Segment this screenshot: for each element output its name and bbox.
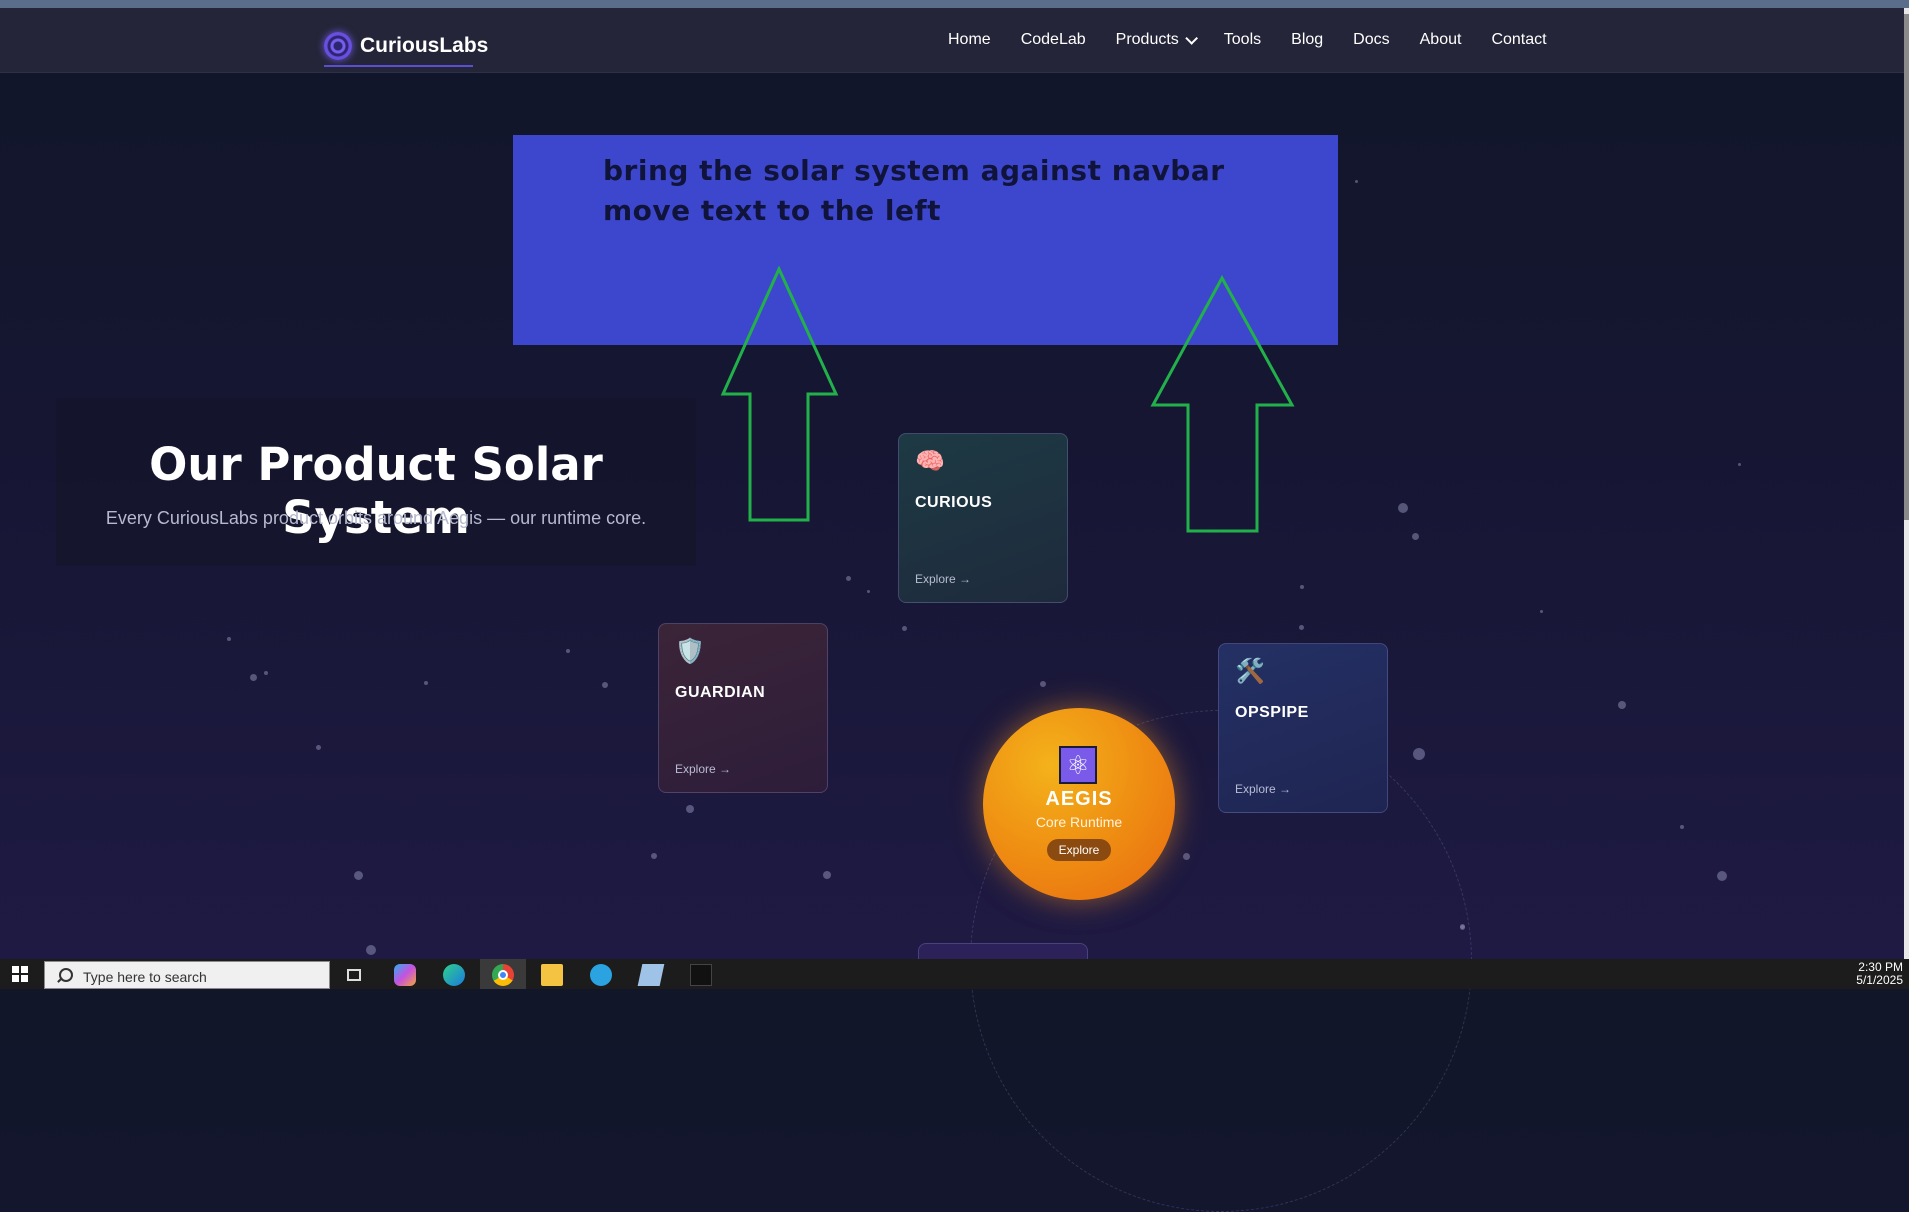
explore-link[interactable]: Explore → (915, 572, 971, 586)
brain-icon: 🧠 (915, 448, 945, 475)
chevron-down-icon (1185, 31, 1198, 45)
atom-icon: ⚛ (1059, 746, 1097, 784)
star (1398, 503, 1408, 513)
star (846, 576, 851, 581)
nav-about[interactable]: About (1420, 31, 1462, 49)
star (686, 805, 694, 813)
explore-link[interactable]: Explore → (675, 762, 731, 776)
edge-icon[interactable] (443, 964, 465, 986)
star (227, 637, 231, 641)
star (250, 674, 257, 681)
app-icon[interactable] (690, 964, 712, 986)
star (1738, 463, 1741, 466)
brand-underline (324, 65, 473, 67)
copilot-icon[interactable] (394, 964, 416, 986)
star (1300, 585, 1304, 589)
brand-logo[interactable]: CuriousLabs (324, 26, 488, 66)
star (651, 853, 657, 859)
clock-date: 5/1/2025 (1856, 973, 1903, 987)
windows-start-button[interactable] (0, 959, 40, 989)
core-subtitle: Core Runtime (1035, 814, 1123, 830)
star (366, 945, 376, 955)
star (424, 681, 428, 685)
taskbar: Type here to search 2:30 PM 5/1/2025 (0, 959, 1909, 989)
star (1299, 625, 1304, 630)
logo-icon (324, 32, 352, 60)
hero-section: Our Product Solar System Every CuriousLa… (56, 398, 696, 566)
product-card-guardian[interactable]: 🛡️ GUARDIAN Explore → (658, 623, 828, 793)
star (1540, 610, 1543, 613)
windows-logo-icon (12, 966, 28, 982)
annotation-text: bring the solar system against navbar mo… (603, 151, 1225, 231)
star (902, 626, 907, 631)
card-title: CURIOUS (915, 494, 993, 511)
star (354, 871, 363, 880)
nav-blog[interactable]: Blog (1291, 31, 1323, 49)
nav-tools[interactable]: Tools (1224, 31, 1261, 49)
task-view-icon[interactable] (344, 964, 366, 986)
tools-icon: 🛠️ (1235, 658, 1265, 685)
taskbar-search-input[interactable]: Type here to search (44, 961, 330, 989)
star (1413, 748, 1425, 760)
annotation-line-1: bring the solar system against navbar (603, 154, 1225, 187)
brand-name: CuriousLabs (360, 34, 489, 57)
star (1618, 701, 1626, 709)
nav-docs[interactable]: Docs (1353, 31, 1389, 49)
core-aegis[interactable]: ⚛ AEGIS Core Runtime Explore (983, 708, 1175, 900)
scrollbar-thumb[interactable] (1904, 14, 1909, 520)
search-icon (59, 968, 73, 982)
file-explorer-icon[interactable] (541, 964, 563, 986)
product-card-opspipe[interactable]: 🛠️ OPSPIPE Explore → (1218, 643, 1388, 813)
nav-products[interactable]: Products (1115, 31, 1198, 49)
hero-subtitle: Every CuriousLabs product orbits around … (105, 508, 647, 528)
product-card-curious[interactable]: 🧠 CURIOUS Explore → (898, 433, 1068, 603)
nav-home[interactable]: Home (948, 31, 991, 49)
browser-top-strip (0, 0, 1909, 8)
annotation-arrow-up-icon (1150, 275, 1295, 533)
shield-icon: 🛡️ (675, 638, 705, 665)
star (823, 871, 831, 879)
explore-link[interactable]: Explore → (1235, 782, 1291, 796)
star (566, 649, 570, 653)
star (316, 745, 321, 750)
star (1355, 180, 1358, 183)
star (264, 671, 268, 675)
star (1717, 871, 1727, 881)
star (1412, 533, 1419, 540)
core-explore-button[interactable]: Explore (1047, 839, 1111, 861)
star (867, 590, 870, 593)
annotation-arrow-up-icon (720, 266, 839, 522)
system-clock[interactable]: 2:30 PM 5/1/2025 (1856, 961, 1903, 987)
star (602, 682, 608, 688)
core-title: AEGIS (1045, 788, 1113, 810)
nav-links: Home CodeLab Products Tools Blog Docs Ab… (948, 8, 1547, 72)
chrome-icon[interactable] (492, 964, 514, 986)
nav-contact[interactable]: Contact (1491, 31, 1546, 49)
annotation-line-2: move text to the left (603, 194, 942, 227)
card-title: OPSPIPE (1235, 704, 1309, 721)
star (1680, 825, 1684, 829)
search-placeholder: Type here to search (83, 969, 207, 985)
card-title: GUARDIAN (675, 684, 766, 701)
nav-codelab[interactable]: CodeLab (1021, 31, 1086, 49)
star (1040, 681, 1046, 687)
notes-app-icon[interactable] (637, 964, 665, 986)
nav-products-label: Products (1115, 31, 1179, 48)
telegram-icon[interactable] (590, 964, 612, 986)
